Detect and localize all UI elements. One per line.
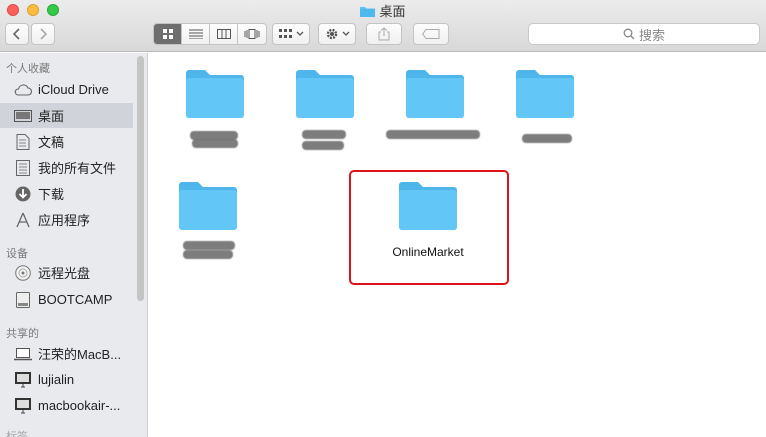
search-placeholder: 搜索 — [638, 27, 665, 43]
sidebar-item-documents[interactable]: 文稿 — [0, 129, 133, 154]
window-title: 桌面 — [0, 1, 766, 20]
redacted-folder-name — [386, 130, 480, 139]
download-icon — [14, 185, 32, 203]
search-field[interactable]: 搜索 — [528, 23, 760, 45]
chevron-down-icon — [342, 31, 349, 36]
sidebar-item-label: BOOTCAMP — [38, 292, 113, 307]
sidebar-item-label: iCloud Drive — [38, 82, 109, 97]
chevron-right-icon — [40, 28, 47, 40]
sidebar-item-label: macbookair-... — [38, 398, 121, 413]
sidebar-item-bootcamp[interactable]: BOOTCAMP — [0, 287, 133, 312]
window-title-text: 桌面 — [379, 4, 406, 19]
folder-icon — [360, 7, 376, 17]
icon-view-button[interactable] — [154, 24, 182, 44]
desktop-icon — [14, 107, 32, 125]
folder-icon[interactable] — [185, 69, 245, 119]
drive-icon — [14, 291, 32, 309]
search-icon — [623, 28, 635, 40]
laptop-icon — [14, 345, 32, 363]
monitor-icon — [14, 397, 32, 415]
folder-icon[interactable] — [398, 181, 458, 231]
column-view-icon — [216, 29, 231, 39]
list-view-button[interactable] — [182, 24, 210, 44]
redacted-folder-name — [302, 141, 344, 150]
sidebar: 个人收藏 iCloud Drive 桌面 文稿 我的所有文件 下载 应用程序 设… — [0, 53, 148, 437]
shared-heading: 共享的 — [6, 328, 39, 340]
sidebar-item-label: 下载 — [38, 187, 65, 202]
title-bar: 桌面 搜索 — [0, 0, 766, 52]
sidebar-item-label: 文稿 — [38, 135, 65, 150]
sidebar-item-label: 远程光盘 — [38, 266, 91, 281]
folder-icon[interactable] — [515, 69, 575, 119]
share-button[interactable] — [366, 23, 402, 45]
sidebar-item-label: lujialin — [38, 372, 75, 387]
sidebar-scrollbar[interactable] — [137, 56, 144, 301]
sidebar-item-remote-disc[interactable]: 远程光盘 — [0, 260, 133, 285]
sidebar-item-label: 汪荣的MacB... — [38, 347, 122, 362]
sidebar-item-downloads[interactable]: 下载 — [0, 181, 133, 206]
all-files-icon — [14, 159, 32, 177]
sidebar-item-shared-macbookair[interactable]: macbookair-... — [0, 393, 133, 418]
folder-name-onlinemarket[interactable]: OnlineMarket — [378, 245, 478, 259]
redacted-folder-name — [302, 130, 346, 139]
monitor-icon — [14, 371, 32, 389]
tag-icon — [422, 29, 440, 39]
tag-button[interactable] — [413, 23, 449, 45]
redacted-folder-name — [183, 241, 235, 250]
tags-heading: 标签 — [6, 431, 28, 437]
action-button[interactable] — [318, 23, 356, 45]
sidebar-item-applications[interactable]: 应用程序 — [0, 207, 133, 232]
sidebar-item-label: 桌面 — [38, 109, 65, 124]
redacted-folder-name — [183, 250, 233, 259]
document-icon — [14, 133, 32, 151]
arrange-button[interactable] — [272, 23, 310, 45]
sidebar-item-label: 应用程序 — [38, 213, 91, 228]
cloud-icon — [14, 81, 32, 99]
sidebar-item-label: 我的所有文件 — [38, 161, 117, 176]
cover-flow-icon — [244, 29, 260, 39]
gear-icon — [326, 28, 337, 40]
folder-icon[interactable] — [295, 69, 355, 119]
sidebar-item-icloud-drive[interactable]: iCloud Drive — [0, 77, 133, 102]
redacted-folder-name — [192, 139, 238, 148]
arrange-grid-icon — [278, 29, 292, 38]
favorites-heading: 个人收藏 — [6, 63, 50, 75]
column-view-button[interactable] — [210, 24, 238, 44]
share-icon — [378, 27, 390, 41]
redacted-folder-name — [522, 134, 572, 143]
sidebar-item-all-files[interactable]: 我的所有文件 — [0, 155, 133, 180]
list-view-icon — [188, 29, 203, 39]
view-mode-control — [153, 23, 267, 45]
folder-icon[interactable] — [405, 69, 465, 119]
back-button[interactable] — [5, 23, 29, 45]
cover-flow-button[interactable] — [238, 24, 266, 44]
devices-heading: 设备 — [6, 248, 28, 260]
chevron-down-icon — [296, 31, 303, 36]
icon-view-icon — [162, 29, 173, 39]
chevron-left-icon — [13, 28, 20, 40]
sidebar-item-shared-macbook[interactable]: 汪荣的MacB... — [0, 341, 133, 366]
sidebar-item-desktop[interactable]: 桌面 — [0, 103, 133, 128]
sidebar-item-shared-lujialin[interactable]: lujialin — [0, 367, 133, 392]
folder-icon[interactable] — [178, 181, 238, 231]
disc-icon — [14, 264, 32, 282]
forward-button[interactable] — [31, 23, 55, 45]
applications-icon — [14, 211, 32, 229]
